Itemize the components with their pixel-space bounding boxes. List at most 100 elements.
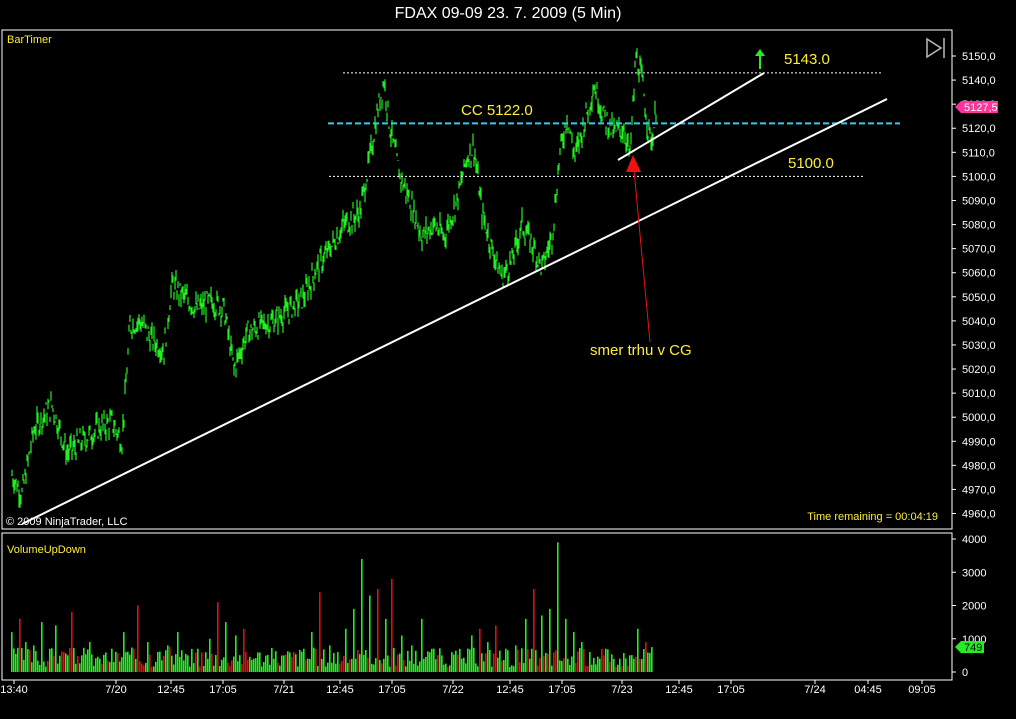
volume-bar [537, 665, 539, 672]
volume-bar [253, 658, 255, 672]
volume-bar [407, 650, 409, 672]
x-tick-label: 7/20 [105, 684, 126, 696]
volume-bar [233, 656, 235, 672]
volume-bar [329, 645, 331, 672]
price-y-tick-label: 5000,0 [962, 412, 996, 424]
volume-bar [403, 659, 405, 672]
volume-bar [281, 655, 283, 672]
volume-bar [87, 649, 89, 672]
volume-bar [449, 665, 451, 672]
volume-bar [29, 649, 31, 672]
volume-bar [279, 665, 281, 672]
volume-bar [227, 662, 229, 672]
volume-bar [169, 647, 171, 672]
volume-bar [283, 655, 285, 672]
volume-bar [489, 649, 491, 672]
x-tick-label: 12:45 [326, 684, 354, 696]
volume-bar [57, 663, 59, 672]
volume-bar [647, 652, 649, 672]
volume-bar [19, 618, 21, 672]
chart-canvas[interactable]: 4960,0 4970,0 4980,0 4990,0 5000,0 5010,0 5020… [0, 0, 1016, 719]
price-y-tick-label: 5040,0 [962, 316, 996, 328]
volume-bar [579, 648, 581, 672]
volume-bar [115, 651, 117, 672]
volume-bar [121, 657, 123, 672]
volume-bar [433, 648, 435, 672]
price-y-tick-label: 5110,0 [962, 147, 995, 159]
volume-bar [639, 658, 641, 672]
volume-bar [141, 663, 143, 672]
volume-bar [101, 663, 103, 672]
volume-bar [427, 651, 429, 672]
volume-bar [517, 649, 519, 672]
volume-panel-frame [1, 532, 953, 681]
volume-bar [633, 658, 635, 672]
volume-bar [75, 663, 77, 672]
x-tick-label: 7/21 [273, 684, 294, 696]
trend-note-label: smer trhu v CG [590, 342, 692, 359]
volume-bar [211, 653, 213, 672]
volume-bar [123, 632, 125, 672]
volume-y-axis: 01000200030004000 [952, 534, 986, 679]
volume-bar [17, 647, 19, 672]
volume-bar [125, 652, 127, 672]
volume-bar [411, 645, 413, 672]
red-arrow-head [626, 155, 641, 172]
volume-y-tick-label: 0 [962, 667, 968, 679]
volume-bar [195, 652, 197, 672]
price-y-tick-label: 4970,0 [962, 484, 996, 496]
volume-bar [61, 651, 63, 672]
volume-bar [93, 665, 95, 672]
volume-bar [373, 664, 375, 672]
volume-bar [533, 588, 535, 672]
volume-bar [59, 655, 61, 672]
volume-bar [479, 628, 481, 672]
volume-bar [289, 652, 291, 672]
volume-bar [451, 652, 453, 672]
volume-bar [243, 628, 245, 672]
volume-bar [303, 648, 305, 672]
play-end-icon[interactable] [926, 37, 945, 59]
volume-bar [327, 662, 329, 672]
volume-bar [463, 657, 465, 672]
volume-bar [521, 648, 523, 672]
volume-bar [529, 658, 531, 672]
volume-bar [501, 661, 503, 672]
volume-bar [355, 658, 357, 672]
volume-bar [535, 650, 537, 672]
volume-bar [589, 652, 591, 672]
volume-bar [401, 635, 403, 672]
volume-bar [285, 654, 287, 672]
volume-bar [47, 660, 49, 672]
volume-bar [63, 652, 65, 672]
volume-bar [349, 659, 351, 672]
volume-bar [249, 656, 251, 672]
volume-bar [295, 654, 297, 672]
volume-bar [147, 642, 149, 672]
volume-bar [581, 642, 583, 672]
volume-bar [541, 615, 543, 672]
volume-bar [51, 648, 53, 672]
volume-bar [11, 632, 13, 672]
volume-bar [311, 632, 313, 672]
volume-bar [67, 655, 69, 672]
volume-bar [259, 652, 261, 672]
price-y-tick-label: 5060,0 [962, 268, 996, 280]
volume-bar [369, 595, 371, 672]
volume-bar [15, 653, 17, 672]
volume-bar [99, 658, 101, 672]
volume-bar [367, 657, 369, 672]
volume-y-tick-label: 3000 [962, 567, 986, 579]
volume-bar [133, 648, 135, 672]
volume-bar [605, 648, 607, 672]
volume-bar [183, 660, 185, 672]
volume-bar [309, 658, 311, 672]
volume-bar [531, 648, 533, 672]
last-volume-value: 749 [964, 642, 982, 654]
volume-bar [139, 661, 141, 672]
x-tick-label: 7/22 [442, 684, 463, 696]
volume-bar [299, 649, 301, 672]
volume-bar [563, 658, 565, 672]
support-label: 5100.0 [788, 155, 834, 172]
price-y-tick-label: 5070,0 [962, 244, 996, 256]
